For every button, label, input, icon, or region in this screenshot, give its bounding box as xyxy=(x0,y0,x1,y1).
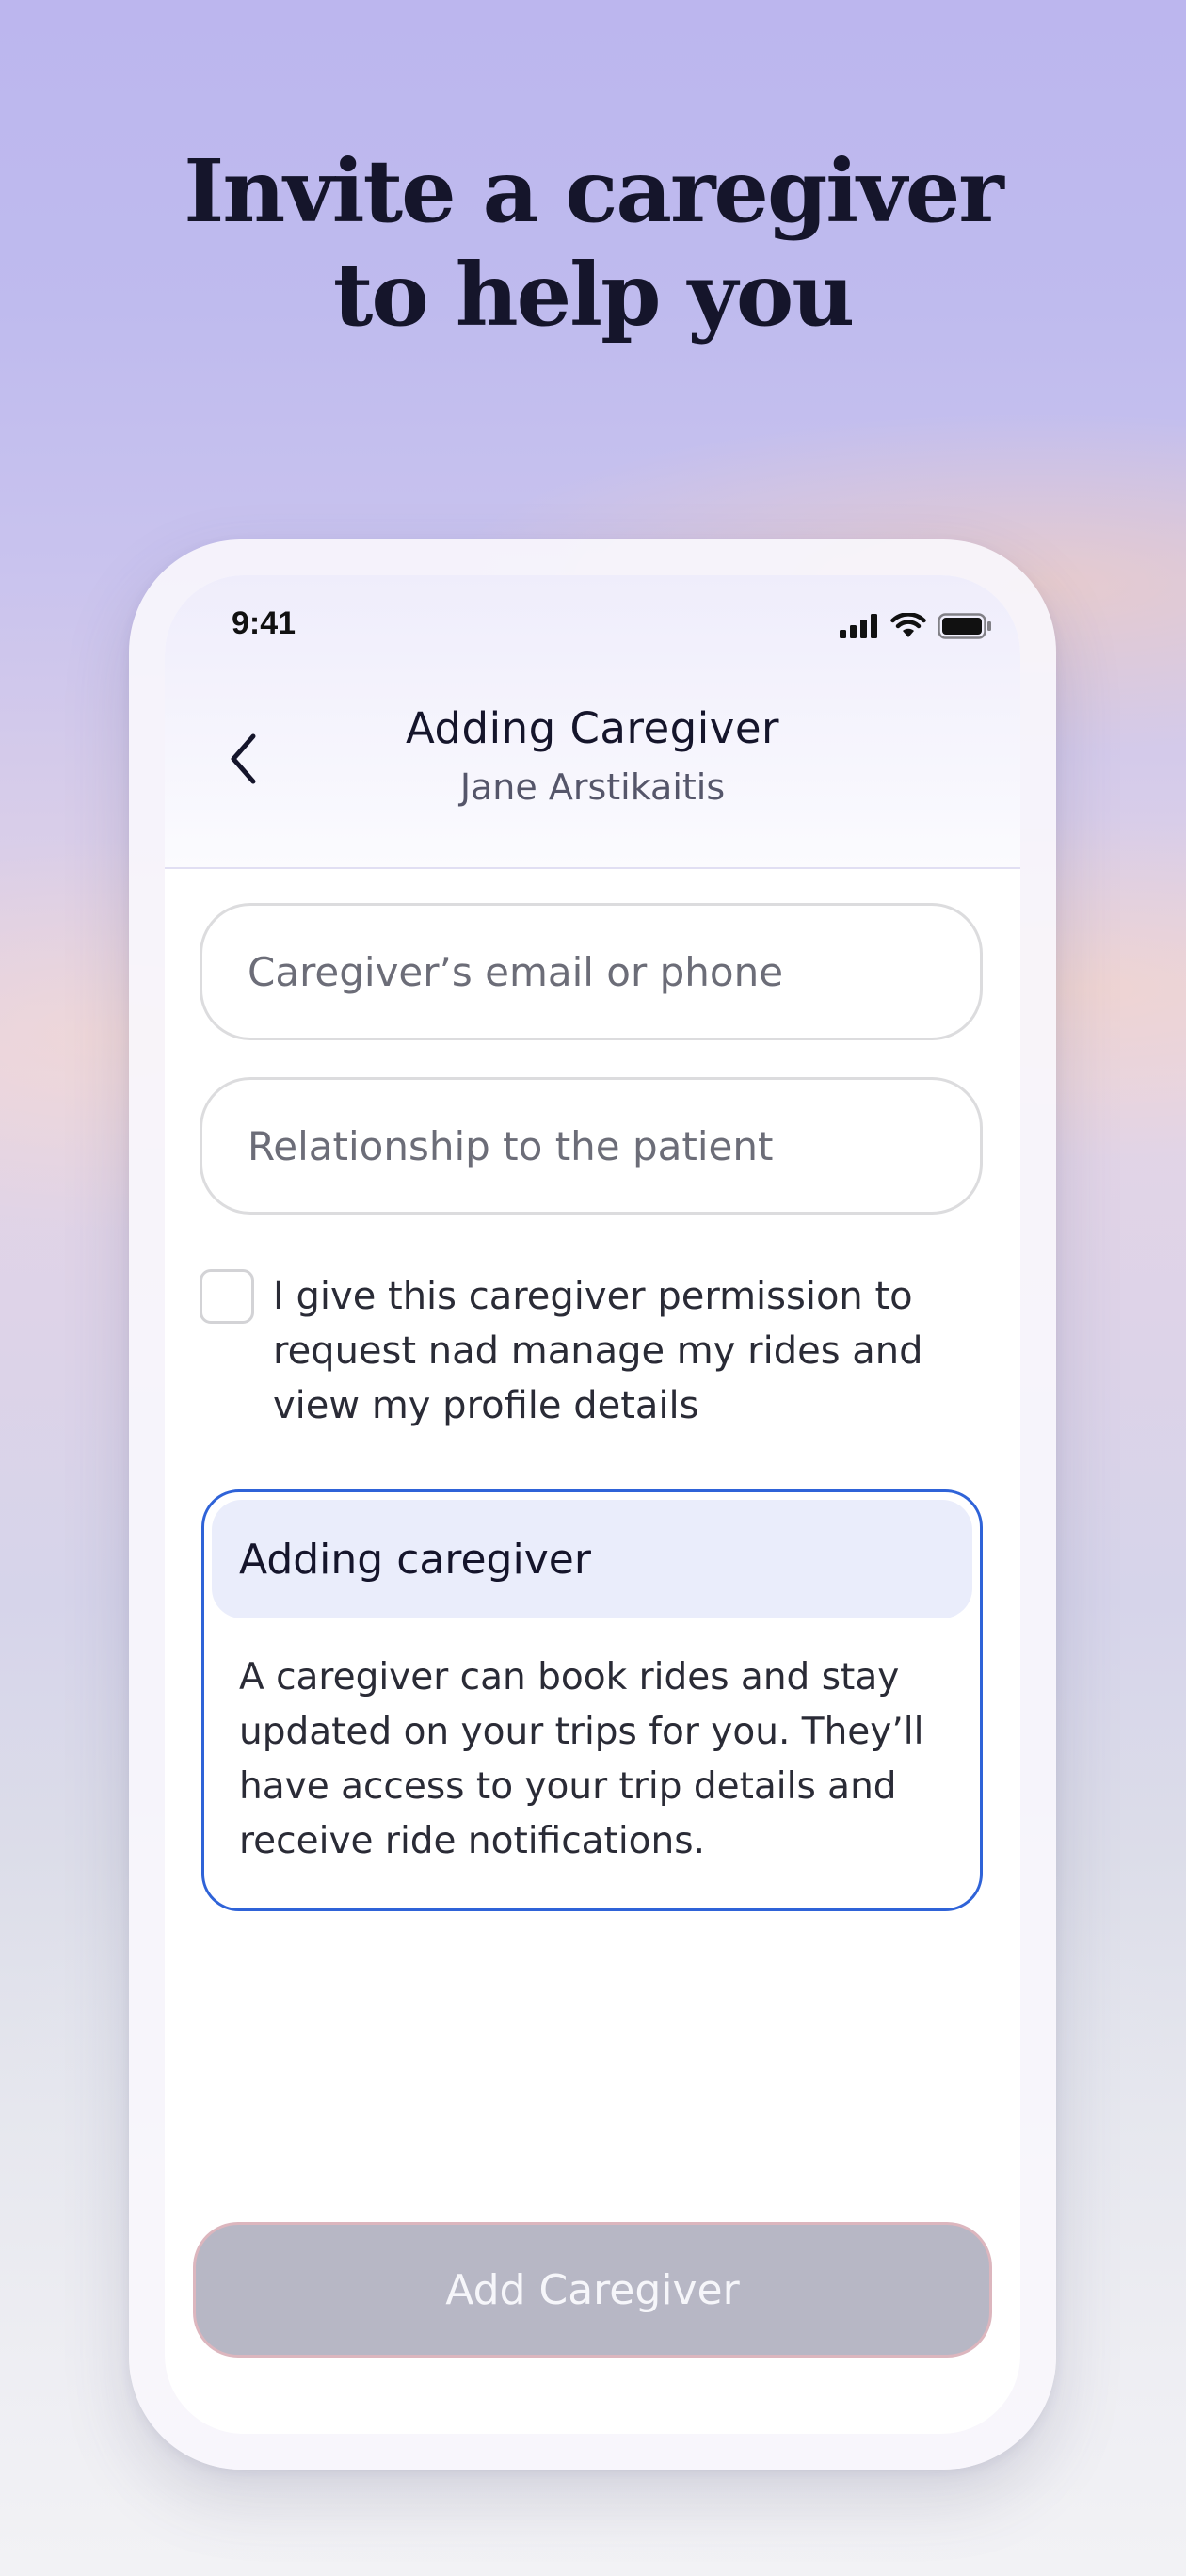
app-screen: 9:41 Adding Caregiver Jane Arstikaitis C… xyxy=(165,575,1020,2434)
email-input[interactable] xyxy=(248,948,980,995)
email-field[interactable] xyxy=(200,903,983,1040)
marketing-headline: Invite a caregiver to help you xyxy=(0,139,1186,346)
patient-name: Jane Arstikaitis xyxy=(459,766,726,808)
screen-header: 9:41 Adding Caregiver Jane Arstikaitis xyxy=(165,575,1020,869)
info-card-body: A caregiver can book rides and stay upda… xyxy=(239,1656,924,1862)
headline-line-1: Invite a caregiver xyxy=(184,140,1003,242)
consent-checkbox[interactable] xyxy=(200,1269,254,1324)
cellular-signal-icon xyxy=(840,614,877,638)
page-title: Adding Caregiver xyxy=(405,703,780,753)
add-caregiver-button[interactable]: Add Caregiver xyxy=(193,2222,992,2358)
relationship-field[interactable] xyxy=(200,1077,983,1215)
wifi-icon xyxy=(890,613,926,637)
headline-line-2: to help you xyxy=(332,244,855,346)
consent-label: I give this caregiver permission to requ… xyxy=(273,1275,923,1427)
status-time: 9:41 xyxy=(232,605,296,641)
info-card: Adding caregiver A caregiver can book ri… xyxy=(201,1489,983,1911)
phone-frame: 9:41 Adding Caregiver Jane Arstikaitis C… xyxy=(129,539,1056,2470)
battery-icon xyxy=(938,613,991,639)
info-card-header: Adding caregiver xyxy=(212,1500,972,1618)
relationship-input[interactable] xyxy=(248,1122,980,1169)
info-card-title: Adding caregiver xyxy=(239,1535,591,1584)
status-icons xyxy=(840,613,992,639)
